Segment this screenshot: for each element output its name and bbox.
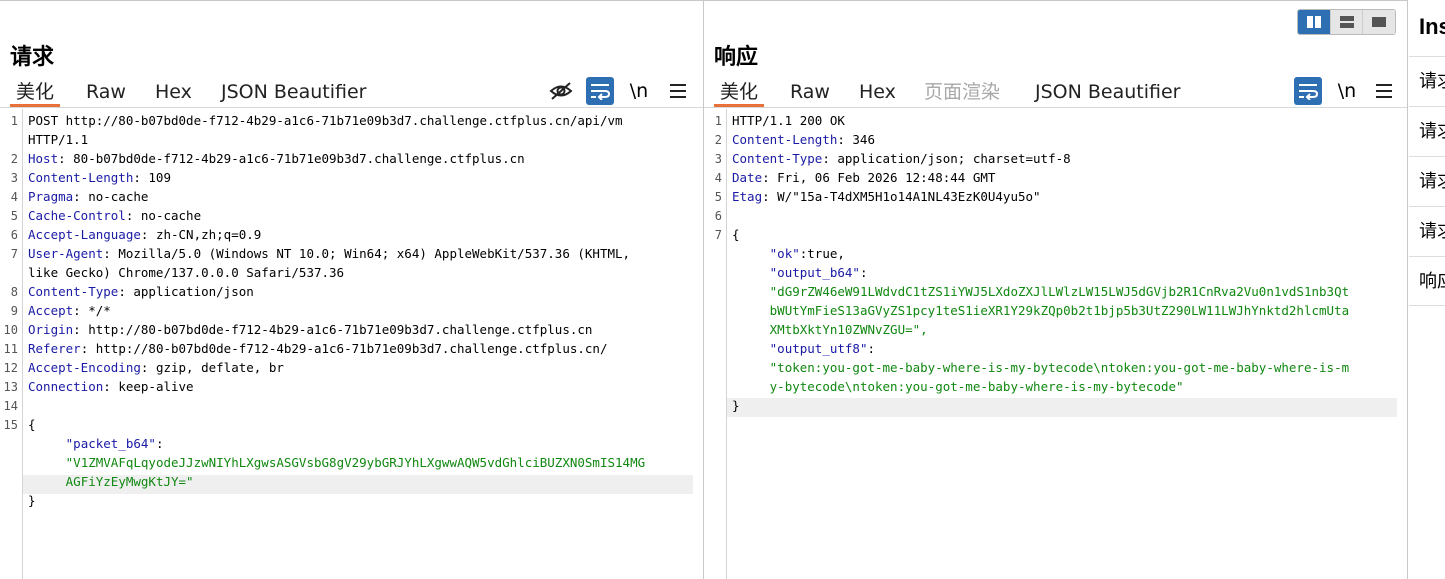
code-line: like Gecko) Chrome/137.0.0.0 Safari/537.… — [28, 265, 345, 280]
request-tab-json-beautifier[interactable]: JSON Beautifier — [215, 79, 372, 107]
inspector-item[interactable]: 响应 — [1409, 256, 1445, 306]
request-tab-pretty[interactable]: 美化 — [10, 79, 61, 107]
code-line: "dG9rZW46eW91LWdvdC1tZS1iYWJ5LXdoZXJlLWl… — [769, 284, 1350, 299]
line-number-gutter: 1 2 3 4 5 6 7 — [704, 109, 727, 579]
response-title: 响应 — [714, 45, 759, 70]
code-line: bWUtYmFieS13aGVyZS1pcy1teS1ieXR1Y29kZQp0… — [769, 303, 1350, 318]
line-number: 13 — [3, 380, 18, 394]
code-line: y-bytecode\ntoken:you-got-me-baby-where-… — [769, 379, 1184, 394]
request-title: 请求 — [10, 45, 55, 70]
line-number: 5 — [10, 209, 18, 223]
code-line: "token:you-got-me-baby-where-is-my-bytec… — [769, 360, 1350, 375]
response-tab-pretty[interactable]: 美化 — [714, 79, 765, 107]
line-number: 1 — [10, 114, 18, 128]
line-number: 14 — [3, 399, 18, 413]
response-pane: 响应 美化 Raw Hex 页面渲染 JSON Beautifier \n 1 2… — [704, 0, 1408, 579]
code-line: Accept-Encoding: gzip, deflate, br — [28, 360, 284, 375]
newline-toggle[interactable]: \n — [625, 77, 653, 105]
line-number: 15 — [3, 418, 18, 432]
code-line: Pragma: no-cache — [28, 189, 149, 204]
single-pane-icon[interactable] — [1363, 10, 1395, 34]
code-line: HTTP/1.1 200 OK — [732, 113, 845, 128]
code-line: User-Agent: Mozilla/5.0 (Windows NT 10.0… — [28, 246, 631, 261]
line-number: 3 — [714, 152, 722, 166]
code-line: { — [28, 417, 36, 432]
line-number: 2 — [10, 152, 18, 166]
wrap-lines-icon[interactable] — [1294, 77, 1322, 105]
line-number: 9 — [10, 304, 18, 318]
inspector-item[interactable]: 请求 — [1409, 106, 1445, 156]
line-number: 2 — [714, 133, 722, 147]
line-number: 7 — [714, 228, 722, 242]
response-tab-hex[interactable]: Hex — [853, 79, 902, 107]
code-line: Etag: W/"15a-T4dXM5H1o14A1NL43EzK0U4yu5o… — [732, 189, 1041, 204]
split-horizontal-icon[interactable] — [1298, 10, 1331, 34]
response-tab-render: 页面渲染 — [924, 81, 1001, 103]
line-number: 8 — [10, 285, 18, 299]
code-line: HTTP/1.1 — [28, 132, 89, 147]
line-number: 6 — [714, 209, 722, 223]
menu-icon[interactable] — [1370, 77, 1398, 105]
line-number: 7 — [10, 247, 18, 261]
newline-toggle[interactable]: \n — [1333, 77, 1361, 105]
response-tab-raw[interactable]: Raw — [784, 79, 836, 107]
line-number: 5 — [714, 190, 722, 204]
line-number: 4 — [714, 171, 722, 185]
code-line: } — [732, 398, 740, 413]
code-line: "packet_b64": — [65, 436, 164, 451]
line-number: 1 — [714, 114, 722, 128]
request-tab-hex[interactable]: Hex — [149, 79, 198, 107]
line-number: 12 — [3, 361, 18, 375]
code-line: Content-Length: 346 — [732, 132, 875, 147]
inspector-item[interactable]: 请求 — [1409, 56, 1445, 106]
code-line: Cache-Control: no-cache — [28, 208, 202, 223]
code-line: } — [28, 493, 36, 508]
code-line: Content-Length: 109 — [28, 170, 171, 185]
code-line: Accept: */* — [28, 303, 111, 318]
code-line: "output_utf8": — [769, 341, 876, 356]
response-editor[interactable]: 1 2 3 4 5 6 7 HTTP/1.1 200 OK Content-Length: 3… — [704, 109, 1407, 579]
request-editor[interactable]: 1 2 3 4 5 6 7 8 9 10 11 12 13 14 15 POST http://80-b07… — [0, 109, 703, 579]
code-line: "ok":true, — [769, 246, 845, 261]
hide-eye-icon[interactable] — [547, 77, 575, 105]
current-line-highlight — [727, 398, 1397, 417]
layout-switcher — [1297, 9, 1396, 35]
line-number: 6 — [10, 228, 18, 242]
line-number: 11 — [3, 342, 18, 356]
line-number: 10 — [3, 323, 18, 337]
code-line: Origin: http://80-b07bd0de-f712-4b29-a1c… — [28, 322, 593, 337]
code-line: { — [732, 227, 740, 242]
code-line: Host: 80-b07bd0de-f712-4b29-a1c6-71b71e0… — [28, 151, 525, 166]
inspector-pane: Ins 请求 请求 请求 请求 响应 — [1409, 0, 1445, 579]
code-line: "V1ZMVAFqLqyodeJJzwNIYhLXgwsASGVsbG8gV29… — [65, 455, 646, 470]
request-pane: 请求 美化 Raw Hex JSON Beautifier \n 1234567… — [0, 0, 704, 579]
response-tab-json-beautifier[interactable]: JSON Beautifier — [1029, 79, 1186, 107]
code-line: AGFiYzEyMwgKtJY=" — [65, 474, 194, 489]
code-line: XMtbXktYn10ZWNvZGU=", — [769, 322, 928, 337]
code-line: Content-Type: application/json; charset=… — [732, 151, 1071, 166]
code-line: "output_b64": — [769, 265, 868, 280]
line-number: 4 — [10, 190, 18, 204]
inspector-title: Ins — [1419, 14, 1445, 39]
code-line: Date: Fri, 06 Feb 2026 12:48:44 GMT — [732, 170, 996, 185]
code-line: POST http://80-b07bd0de-f712-4b29-a1c6-7… — [28, 113, 623, 128]
split-vertical-icon[interactable] — [1330, 10, 1364, 34]
code-line: Referer: http://80-b07bd0de-f712-4b29-a1… — [28, 341, 608, 356]
inspector-item[interactable]: 请求 — [1409, 206, 1445, 256]
line-number: 3 — [10, 171, 18, 185]
request-tab-raw[interactable]: Raw — [80, 79, 132, 107]
line-number-gutter: 1 2 3 4 5 6 7 8 9 10 11 12 13 14 15 — [0, 109, 23, 579]
inspector-item[interactable]: 请求 — [1409, 156, 1445, 206]
code-line: Accept-Language: zh-CN,zh;q=0.9 — [28, 227, 262, 242]
code-line: Connection: keep-alive — [28, 379, 194, 394]
menu-icon[interactable] — [664, 77, 692, 105]
code-line: Content-Type: application/json — [28, 284, 254, 299]
wrap-lines-icon[interactable] — [586, 77, 614, 105]
